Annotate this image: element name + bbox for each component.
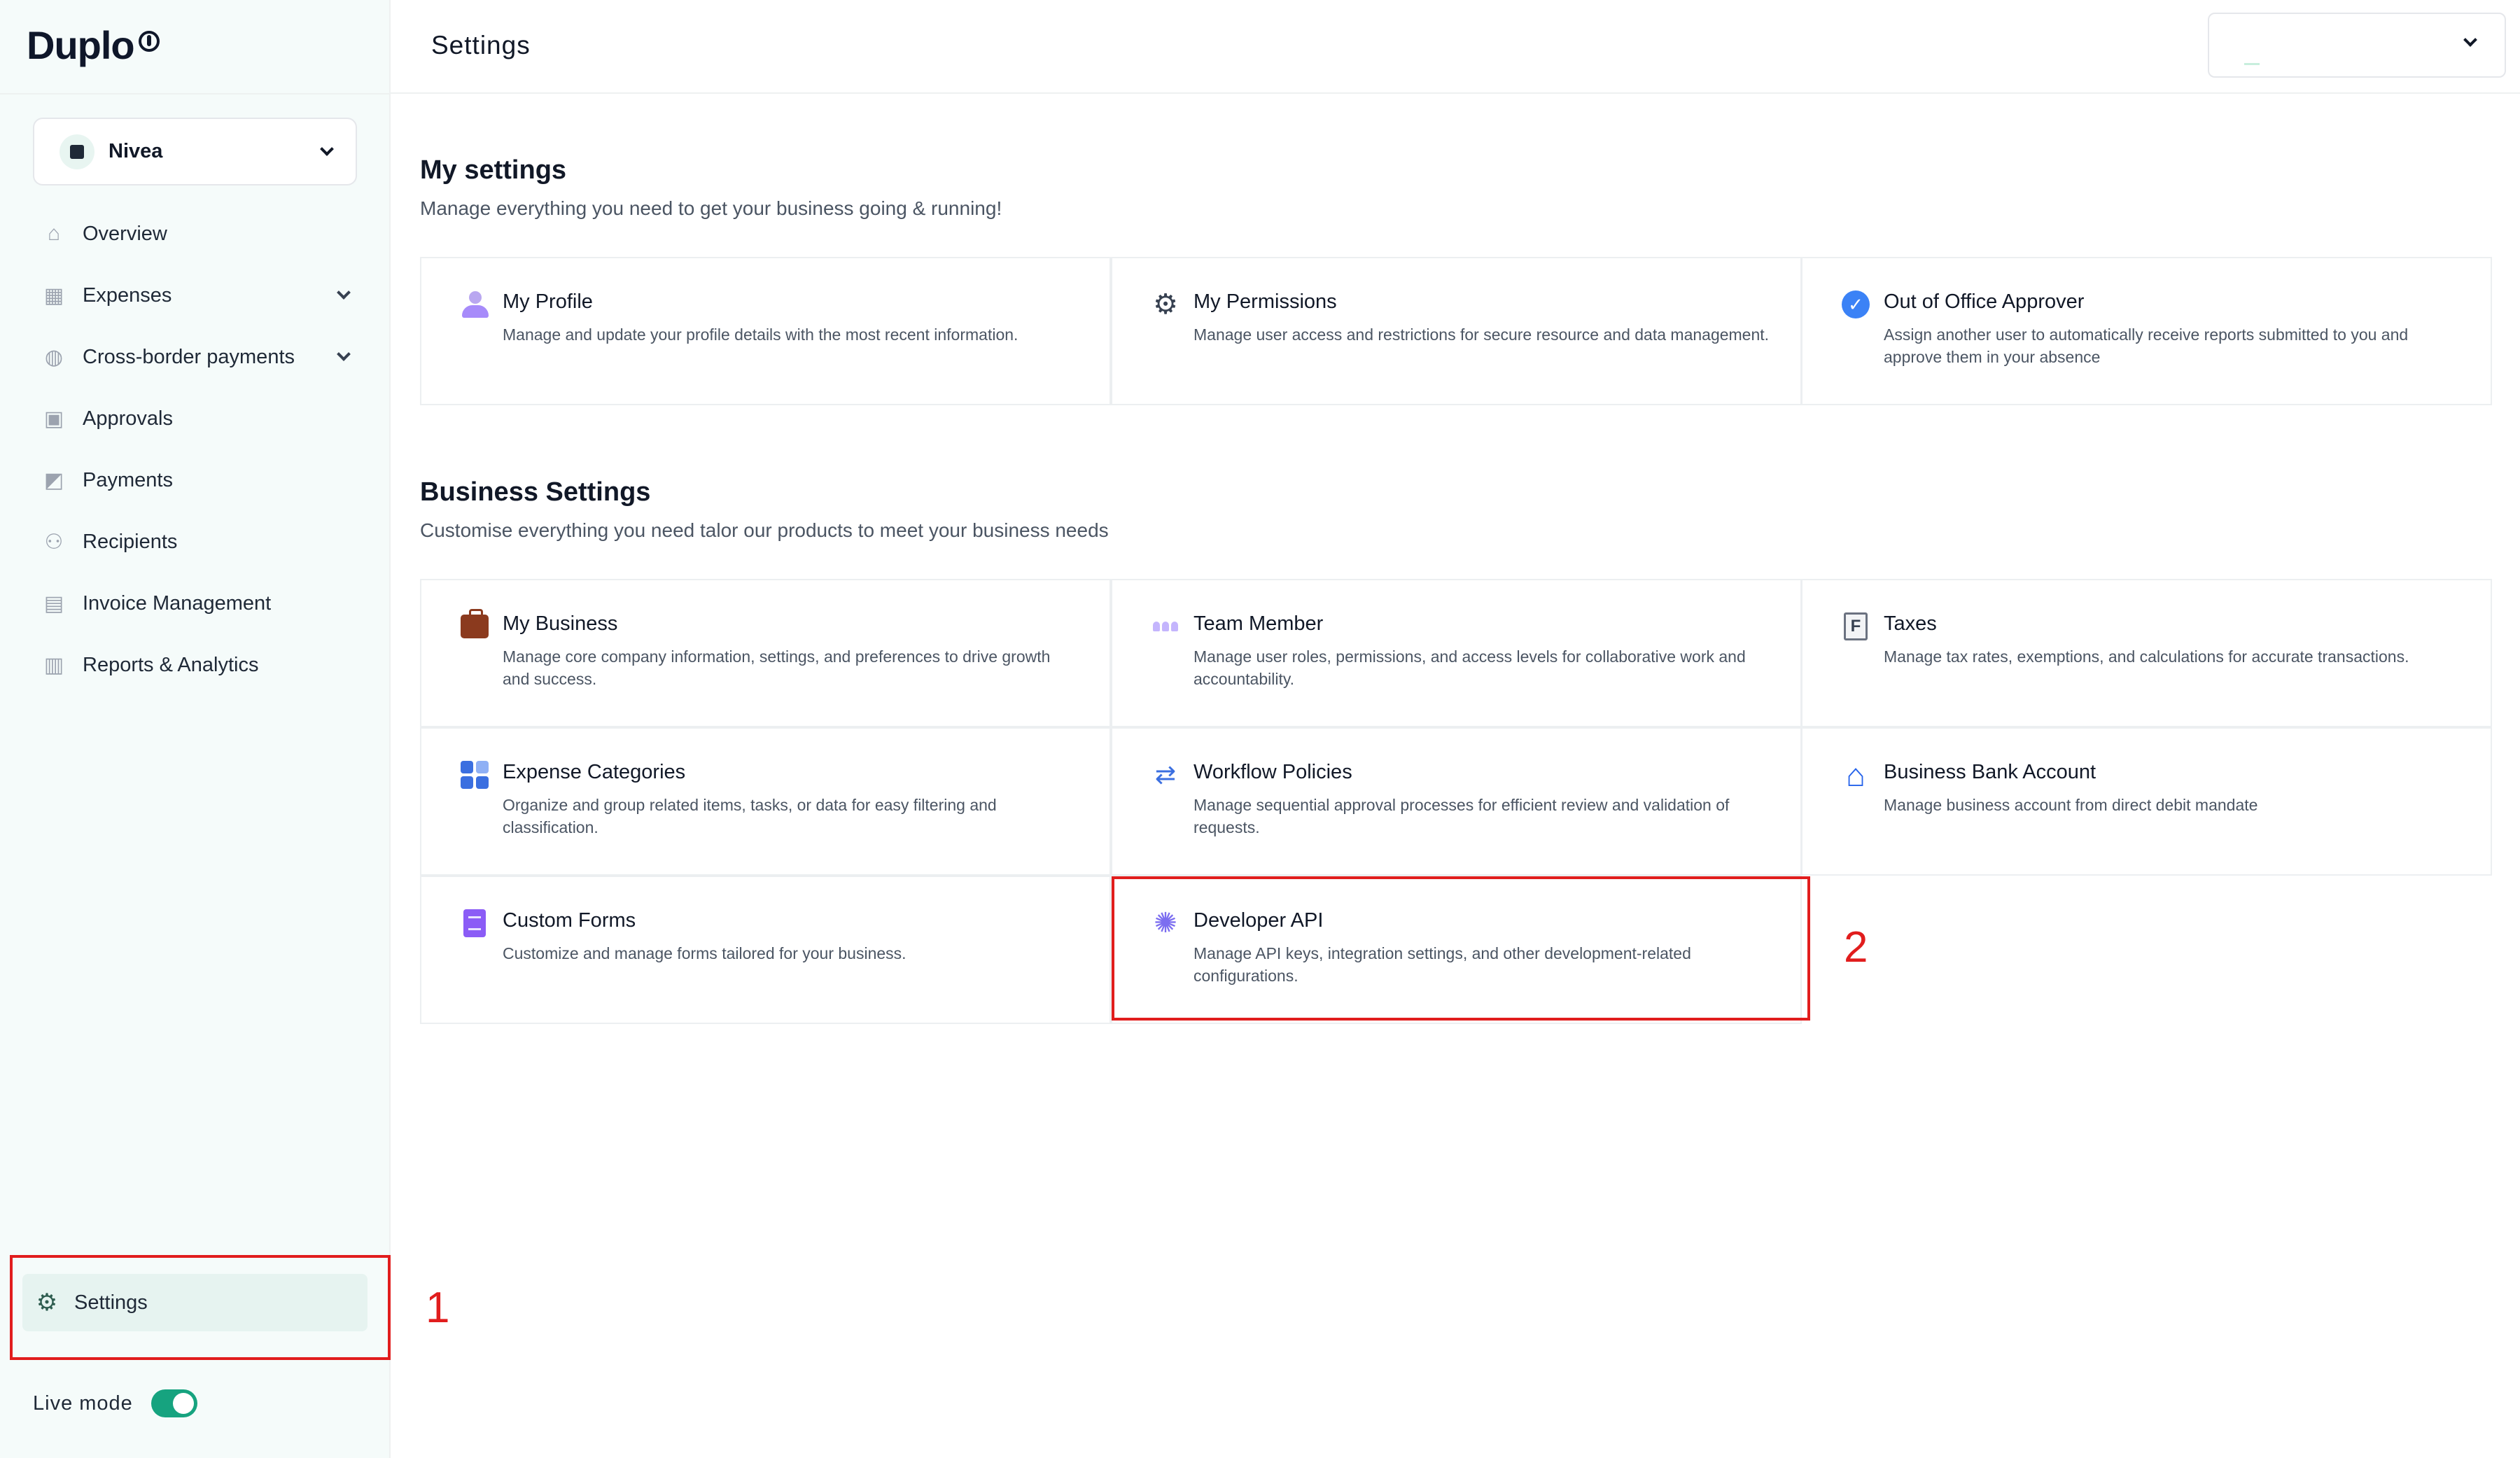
- approval-icon: ▣: [43, 407, 64, 430]
- card-title: Expense Categories: [503, 761, 686, 783]
- categories-grid-icon: [459, 759, 490, 790]
- form-icon: [459, 908, 490, 939]
- verified-badge-icon: ✓: [1840, 289, 1871, 320]
- business-settings-subtitle: Customise everything you need talor our …: [420, 519, 1109, 541]
- sidebar-divider: [0, 93, 391, 94]
- organization-selector[interactable]: Nivea: [33, 118, 357, 185]
- sidebar-item-label: Approvals: [83, 407, 173, 430]
- card-title: Team Member: [1194, 612, 1324, 635]
- team-icon: [1150, 611, 1181, 642]
- org-avatar: [59, 134, 94, 169]
- dropdown-value-placeholder: [2244, 63, 2260, 65]
- card-title: Out of Office Approver: [1884, 290, 2085, 313]
- card-description: Manage user access and restrictions for …: [1194, 325, 1770, 344]
- card-my-profile[interactable]: My Profile Manage and update your profil…: [420, 257, 1111, 405]
- tax-document-icon: F: [1840, 611, 1871, 642]
- home-icon: ⌂: [47, 222, 61, 245]
- card-my-permissions[interactable]: ⚙ My Permissions Manage user access and …: [1111, 257, 1802, 405]
- sidebar-item-expenses[interactable]: ▦ Expenses: [42, 265, 357, 326]
- annotation-marker-2: 2: [1844, 923, 1868, 972]
- card-description: Manage business account from direct debi…: [1884, 796, 2258, 814]
- briefcase-icon: [459, 609, 490, 642]
- profile-icon: [459, 289, 490, 320]
- sidebar-item-invoice-management[interactable]: ▤ Invoice Management: [42, 573, 357, 634]
- logo-text: Duplo: [27, 22, 135, 67]
- invoice-icon: ▤: [43, 591, 64, 615]
- live-mode-label: Live mode: [33, 1392, 133, 1415]
- highlight-box-developer-api: [1112, 876, 1810, 1021]
- card-title: My Permissions: [1194, 290, 1337, 313]
- sidebar-item-recipients[interactable]: ⚇ Recipients: [42, 511, 357, 573]
- card-description: Manage core company information, setting…: [503, 647, 1051, 688]
- sidebar-item-cross-border-payments[interactable]: ◍ Cross-border payments: [42, 326, 357, 388]
- chart-icon: ▥: [43, 653, 64, 677]
- highlight-box-settings: [10, 1255, 391, 1360]
- card-description: Customize and manage forms tailored for …: [503, 944, 906, 962]
- recipients-icon: ⚇: [44, 530, 64, 554]
- card-expense-categories[interactable]: Expense Categories Organize and group re…: [420, 727, 1111, 876]
- my-settings-subtitle: Manage everything you need to get your b…: [420, 197, 1002, 219]
- card-workflow-policies[interactable]: ⇄ Workflow Policies Manage sequential ap…: [1111, 727, 1802, 876]
- sidebar-item-overview[interactable]: ⌂ Overview: [42, 203, 357, 265]
- org-name: Nivea: [108, 140, 163, 162]
- card-out-of-office-approver[interactable]: ✓ Out of Office Approver Assign another …: [1801, 257, 2492, 405]
- card-description: Assign another user to automatically rec…: [1884, 325, 2409, 366]
- chevron-down-icon[interactable]: [337, 286, 351, 300]
- card-description: Manage sequential approval processes for…: [1194, 796, 1730, 836]
- globe-icon: ◍: [44, 345, 64, 369]
- live-mode-toggle[interactable]: [150, 1389, 197, 1417]
- card-my-business[interactable]: My Business Manage core company informat…: [420, 579, 1111, 727]
- card-title: Custom Forms: [503, 909, 636, 932]
- business-settings-title: Business Settings: [420, 477, 651, 507]
- grid-icon: ▦: [43, 283, 64, 307]
- sidebar-item-label: Cross-border payments: [83, 345, 295, 368]
- duplo-logo[interactable]: Duplo: [27, 22, 160, 67]
- building-icon: [70, 144, 84, 159]
- sidebar-item-payments[interactable]: ◩ Payments: [42, 449, 357, 511]
- sidebar-item-label: Payments: [83, 468, 173, 491]
- page-title: Settings: [431, 31, 531, 59]
- top-header: Settings: [391, 0, 2520, 94]
- sidebar: Duplo Nivea ⌂ Overview ▦ Expenses ◍ Cros…: [0, 0, 391, 1458]
- card-custom-forms[interactable]: Custom Forms Customize and manage forms …: [420, 876, 1111, 1024]
- card-title: My Profile: [503, 290, 593, 313]
- live-mode-row: Live mode: [33, 1389, 197, 1417]
- permissions-icon: ⚙: [1153, 289, 1178, 320]
- card-description: Manage tax rates, exemptions, and calcul…: [1884, 647, 2409, 666]
- chevron-down-icon: [2463, 33, 2477, 47]
- sidebar-item-reports-analytics[interactable]: ▥ Reports & Analytics: [42, 634, 357, 696]
- card-team-member[interactable]: Team Member Manage user roles, permissio…: [1111, 579, 1802, 727]
- sidebar-item-label: Recipients: [83, 530, 178, 553]
- bank-icon: ⌂: [1846, 757, 1865, 793]
- my-settings-title: My settings: [420, 155, 567, 185]
- payments-icon: ◩: [43, 468, 64, 492]
- card-description: Organize and group related items, tasks,…: [503, 796, 997, 836]
- annotation-marker-1: 1: [426, 1284, 450, 1332]
- card-title: My Business: [503, 612, 618, 635]
- card-description: Manage and update your profile details w…: [503, 325, 1018, 344]
- card-taxes[interactable]: F Taxes Manage tax rates, exemptions, an…: [1801, 579, 2492, 727]
- sidebar-item-label: Expenses: [83, 283, 172, 307]
- card-description: Manage user roles, permissions, and acce…: [1194, 647, 1746, 688]
- card-title: Workflow Policies: [1194, 761, 1352, 783]
- logo-mark-icon: [138, 31, 160, 52]
- sidebar-item-label: Overview: [83, 222, 167, 245]
- header-dropdown[interactable]: [2208, 13, 2506, 78]
- card-title: Business Bank Account: [1884, 761, 2096, 783]
- sidebar-item-label: Invoice Management: [83, 591, 272, 615]
- sidebar-item-label: Reports & Analytics: [83, 653, 259, 676]
- workflow-icon: ⇄: [1154, 760, 1177, 789]
- chevron-down-icon[interactable]: [337, 347, 351, 361]
- sidebar-item-approvals[interactable]: ▣ Approvals: [42, 388, 357, 449]
- card-business-bank-account[interactable]: ⌂ Business Bank Account Manage business …: [1801, 727, 2492, 876]
- chevron-down-icon: [320, 141, 334, 156]
- card-title: Taxes: [1884, 612, 1937, 635]
- sidebar-nav: ⌂ Overview ▦ Expenses ◍ Cross-border pay…: [42, 203, 357, 696]
